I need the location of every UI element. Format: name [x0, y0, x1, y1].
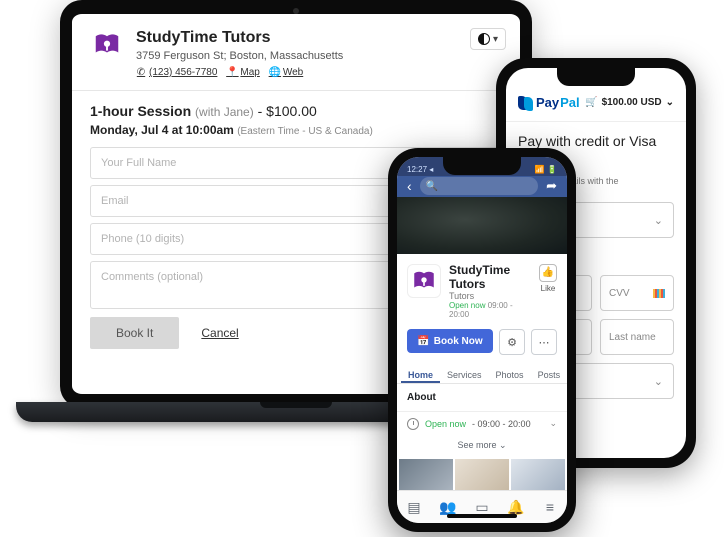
chevron-down-icon: ▾: [493, 34, 498, 45]
cancel-link[interactable]: Cancel: [201, 326, 238, 340]
tab-posts[interactable]: Posts: [531, 363, 567, 383]
contrast-icon: [478, 33, 490, 45]
cart-icon: 🛒: [585, 97, 597, 108]
dots-icon: ⋯: [539, 336, 550, 349]
session-sep: -: [258, 103, 267, 119]
page-header: StudyTime Tutors Tutors Open now 09:00 -…: [397, 254, 567, 330]
web-link[interactable]: 🌐 Web: [270, 67, 303, 78]
phone-notch: [557, 68, 635, 86]
gear-icon: ⚙: [507, 336, 517, 349]
page-tabs: Home Services Photos Posts Communi: [397, 363, 567, 384]
share-button[interactable]: ➦: [546, 178, 557, 194]
see-more-link[interactable]: See more ⌄: [397, 436, 567, 459]
home-indicator: [447, 514, 517, 518]
business-address: 3759 Ferguson St; Boston, Massachusetts: [136, 50, 343, 62]
paypal-p-icon-light: [524, 97, 533, 111]
photo-thumb[interactable]: [511, 459, 565, 491]
book-it-button[interactable]: Book It: [90, 317, 179, 349]
more-chip[interactable]: ⋯: [531, 329, 557, 355]
phone-icon: ✆: [136, 68, 146, 78]
nav-feed[interactable]: ▤: [403, 496, 425, 518]
business-logo: [90, 28, 124, 62]
cvv-input[interactable]: CVV: [600, 275, 674, 311]
cart-amount: $100.00 USD: [602, 97, 662, 108]
about-hours-value: - 09:00 - 20:00: [472, 419, 531, 429]
cover-photo[interactable]: [397, 197, 567, 254]
see-more-text: See more: [457, 440, 496, 450]
photo-strip: [397, 459, 567, 491]
map-text: Map: [240, 67, 259, 78]
paypal-word-pal: Pal: [560, 95, 580, 110]
about-hours-row[interactable]: Open now - 09:00 - 20:00 ⌄: [397, 412, 567, 436]
session-datetime: Monday, Jul 4 at 10:00am (Eastern Time -…: [90, 123, 502, 137]
page-name: StudyTime Tutors: [449, 264, 531, 292]
map-link[interactable]: 📍 Map: [227, 67, 259, 78]
phone-text: (123) 456-7780: [149, 67, 217, 78]
thumb-icon: 👍: [539, 264, 557, 282]
chevron-down-icon: ⌄: [549, 418, 557, 429]
chevron-down-icon: ⌄: [654, 375, 663, 388]
open-now-label: Open now: [449, 301, 485, 310]
session-price: $100.00: [266, 103, 317, 119]
laptop-hinge-notch: [260, 402, 332, 408]
session-tz: (Eastern Time - US & Canada): [237, 126, 373, 137]
page-avatar[interactable]: [407, 264, 441, 298]
session-with: (with Jane): [195, 105, 254, 119]
tab-home[interactable]: Home: [401, 363, 440, 383]
book-now-label: Book Now: [434, 336, 483, 347]
settings-chip[interactable]: ⚙: [499, 329, 525, 355]
about-open-label: Open now: [425, 419, 466, 429]
paypal-word-pay: Pay: [536, 95, 559, 110]
last-name-label: Last name: [609, 332, 656, 343]
session-title: 1-hour Session: [90, 103, 191, 119]
phone-notch: [443, 157, 521, 175]
cart-summary[interactable]: 🛒 $100.00 USD ⌄: [585, 97, 674, 108]
about-heading: About: [397, 384, 567, 412]
cvv-label: CVV: [609, 288, 630, 299]
like-label: Like: [541, 284, 556, 293]
paypal-logo: PayPal: [518, 94, 580, 111]
calendar-icon: 📅: [417, 336, 429, 347]
session-date-text: Monday, Jul 4 at 10:00am: [90, 123, 234, 137]
web-text: Web: [283, 67, 303, 78]
nav-menu[interactable]: ≡: [539, 496, 561, 518]
page-category: Tutors: [449, 291, 531, 301]
phone-link[interactable]: ✆ (123) 456-7780: [136, 67, 217, 78]
phone-facebook: 12:27 ◂ 📶 🔋 ‹ 🔍 ➦ StudyTime Tutors Tutor…: [388, 148, 576, 532]
tab-photos[interactable]: Photos: [489, 363, 531, 383]
fb-top-bar: ‹ 🔍 ➦: [397, 176, 567, 197]
search-input[interactable]: 🔍: [420, 177, 538, 195]
contrast-toggle[interactable]: ▾: [470, 28, 506, 50]
pin-icon: 📍: [227, 68, 237, 78]
chevron-down-icon: ⌄: [654, 214, 663, 227]
globe-icon: 🌐: [270, 68, 280, 78]
status-time: 12:27 ◂: [407, 165, 433, 174]
book-now-button[interactable]: 📅 Book Now: [407, 329, 493, 353]
back-button[interactable]: ‹: [407, 178, 412, 194]
last-name-input[interactable]: Last name: [600, 319, 674, 355]
chevron-down-icon: ⌄: [666, 97, 674, 108]
search-icon: 🔍: [426, 181, 438, 192]
photo-thumb[interactable]: [399, 459, 453, 491]
cvv-card-icon: [653, 289, 665, 298]
photo-thumb[interactable]: [455, 459, 509, 491]
booking-header: StudyTime Tutors 3759 Ferguson St; Bosto…: [72, 14, 520, 91]
chevron-down-icon: ⌄: [499, 440, 507, 450]
clock-icon: [407, 418, 419, 430]
open-hours: Open now 09:00 - 20:00: [449, 301, 531, 319]
status-icons: 📶 🔋: [535, 165, 557, 174]
session-line: 1-hour Session (with Jane) - $100.00: [90, 103, 502, 119]
bottom-nav: ▤ 👥 ▭ 🔔 ≡: [397, 490, 567, 523]
like-button[interactable]: 👍 Like: [539, 264, 557, 293]
tab-services[interactable]: Services: [440, 363, 489, 383]
business-name: StudyTime Tutors: [136, 28, 343, 47]
